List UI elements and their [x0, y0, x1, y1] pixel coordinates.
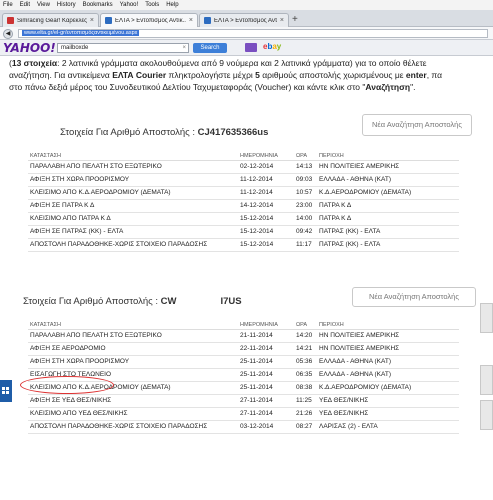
col-status: ΚΑΤΑΣΤΑΣΗ — [28, 321, 240, 330]
tab-elta-2[interactable]: ΕΛΤΑ > Εντοπισμός Αντικ... × — [199, 13, 289, 27]
col-date: ΗΜΕΡΟΜΗΝΙΑ — [240, 321, 296, 330]
menu-bar: File Edit View History Bookmarks Yahoo! … — [0, 0, 493, 10]
favicon-icon — [7, 17, 14, 24]
close-tab-icon[interactable]: × — [280, 17, 284, 24]
search-input-value: mailboxde — [61, 45, 89, 51]
table-row: ΑΦΙΞΗ ΣΤΗ ΧΩΡΑ ΠΡΟΟΡΙΣΜΟΥ 25-11-2014 05:36… — [28, 355, 459, 369]
tracking-table-1: ΚΑΤΑΣΤΑΣΗ ΗΜΕΡΟΜΗΝΙΑ ΩΡΑ ΠΕΡΙΟΧΗ ΠΑΡΑΛΑΒ… — [28, 152, 459, 252]
table-row: ΑΦΙΞΗ ΣΤΗ ΧΩΡΑ ΠΡΟΟΡΙΣΜΟΥ 11-12-2014 09:03… — [28, 173, 459, 187]
col-area: ΠΕΡΙΟΧΗ — [319, 152, 459, 161]
col-time: ΩΡΑ — [296, 321, 319, 330]
table-row: ΑΦΙΞΗ ΣΕ ΠΑΤΡΑ Κ Δ 14-12-2014 23:00 ΠΑΤΡΑ Κ… — [28, 199, 459, 213]
menu-help[interactable]: Help — [166, 2, 178, 8]
col-status: ΚΑΤΑΣΤΑΣΗ — [28, 152, 240, 161]
back-arrow-icon[interactable]: ◀ — [3, 29, 13, 39]
close-tab-icon[interactable]: × — [90, 17, 94, 24]
tab-simracing[interactable]: Simracing Gear! Καρέκλες ... × — [2, 13, 99, 27]
table-row: ΑΦΙΞΗ ΣΕ ΥΕΔ ΘΕΣ/ΝΙΚΗΣ 27-11-2014 11:25 ΥΕΔ… — [28, 394, 459, 408]
menu-history[interactable]: History — [57, 2, 76, 8]
search-button[interactable]: Search — [193, 43, 227, 53]
new-search-button[interactable]: Νέα Αναζήτηση Αποστολής — [362, 114, 472, 136]
menu-view[interactable]: View — [37, 2, 50, 8]
ebay-logo[interactable]: ebay — [263, 42, 281, 51]
table-row: ΑΦΙΞΗ ΣΕ ΠΑΤΡΑΣ (ΚΚ) - ΕΛΤΑ 15-12-2014 09:… — [28, 225, 459, 239]
new-tab-button[interactable]: + — [292, 14, 298, 25]
mail-icon[interactable] — [245, 43, 257, 52]
url-text: www.elta.gr/el-gr/εντοπισμόςαντικειμένου… — [22, 30, 140, 36]
shipment-title: Στοιχεία Για Αριθμό Αποστολής : CJ417635… — [60, 127, 269, 138]
table-row: ΚΛΕΙΣΙΜΟ ΑΠΟ ΥΕΔ ΘΕΣ/ΝΙΚΗΣ 27-11-2014 21:2… — [28, 407, 459, 421]
table-row: ΑΦΙΞΗ ΣΕ ΑΕΡΟΔΡΟΜΙΟ 22-11-2014 14:21 ΗΝ ΠΟΛ… — [28, 342, 459, 356]
address-bar[interactable]: www.elta.gr/el-gr/εντοπισμόςαντικειμένου… — [18, 29, 488, 38]
menu-file[interactable]: File — [3, 2, 13, 8]
table-row: ΑΠΟΣΤΟΛΗ ΠΑΡΑΔΟΘΗΚΕ-ΧΩΡΙΣ ΣΤΟΙΧΕΙΟ ΠΑΡΑΔ… — [28, 238, 459, 252]
col-date: ΗΜΕΡΟΜΗΝΙΑ — [240, 152, 296, 161]
close-tab-icon[interactable]: × — [189, 17, 193, 24]
table-row: ΚΛΕΙΣΙΜΟ ΑΠΟ Κ.Δ.ΑΕΡΟΔΡΟΜΙΟΥ (ΔΕΜΑΤΑ) 11-… — [28, 186, 459, 200]
table-row: ΑΠΟΣΤΟΛΗ ΠΑΡΑΔΟΘΗΚΕ-ΧΩΡΙΣ ΣΤΟΙΧΕΙΟ ΠΑΡΑΔ… — [28, 420, 459, 434]
instructions-text: (13 στοιχεία: 2 λατινικά γράμματα ακολου… — [9, 58, 443, 92]
windows-start-icon[interactable] — [0, 380, 12, 402]
tab-title: Simracing Gear! Καρέκλες ... — [17, 17, 87, 24]
tab-title: ΕΛΤΑ > Εντοπισμός Αντικ... — [214, 17, 277, 24]
tracking-number-suffix: I7US — [220, 296, 242, 307]
table-header: ΚΑΤΑΣΤΑΣΗ ΗΜΕΡΟΜΗΝΙΑ ΩΡΑ ΠΕΡΙΟΧΗ — [28, 321, 459, 330]
yahoo-search-input[interactable]: mailboxde × — [57, 43, 189, 53]
yahoo-toolbar: YAHOO! mailboxde × Search ebay — [0, 40, 493, 56]
tracking-number: CJ417635366us — [197, 127, 269, 138]
side-panel-tab[interactable] — [480, 365, 493, 395]
menu-bookmarks[interactable]: Bookmarks — [83, 2, 113, 8]
shipment-title: Στοιχεία Για Αριθμό Αποστολής : CW I7US — [23, 296, 242, 307]
favicon-icon — [105, 17, 112, 24]
table-row: ΠΑΡΑΛΑΒΗ ΑΠΟ ΠΕΛΑΤΗ ΣΤΟ ΕΞΩΤΕΡΙΚΟ 02-12-2… — [28, 160, 459, 174]
favicon-icon — [204, 17, 211, 24]
table-row: ΚΛΕΙΣΙΜΟ ΑΠΟ ΠΑΤΡΑ Κ Δ 15-12-2014 14:00 ΠΑΤ… — [28, 212, 459, 226]
table-header: ΚΑΤΑΣΤΑΣΗ ΗΜΕΡΟΜΗΝΙΑ ΩΡΑ ΠΕΡΙΟΧΗ — [28, 152, 459, 161]
side-panel-tab[interactable] — [480, 400, 493, 430]
tab-bar: Simracing Gear! Καρέκλες ... × ΕΛΤΑ > Εν… — [0, 10, 493, 27]
side-panel-tab[interactable] — [480, 303, 493, 333]
clear-icon[interactable]: × — [182, 44, 186, 52]
col-time: ΩΡΑ — [296, 152, 319, 161]
tracking-number-prefix: CW — [160, 296, 177, 307]
highlight-circle — [20, 376, 114, 394]
col-area: ΠΕΡΙΟΧΗ — [319, 321, 459, 330]
new-search-button[interactable]: Νέα Αναζήτηση Αποστολής — [352, 287, 476, 307]
table-row: ΠΑΡΑΛΑΒΗ ΑΠΟ ΠΕΛΑΤΗ ΣΤΟ ΕΞΩΤΕΡΙΚΟ 21-11-2… — [28, 329, 459, 343]
menu-edit[interactable]: Edit — [20, 2, 30, 8]
menu-yahoo[interactable]: Yahoo! — [120, 2, 139, 8]
tab-title: ΕΛΤΑ > Εντοπισμός Αντικ... — [115, 17, 186, 24]
menu-tools[interactable]: Tools — [145, 2, 159, 8]
navigation-bar: ◀ www.elta.gr/el-gr/εντοπισμόςαντικειμέν… — [0, 27, 493, 40]
yahoo-logo[interactable]: YAHOO! — [3, 41, 56, 55]
tab-elta-active[interactable]: ΕΛΤΑ > Εντοπισμός Αντικ... × — [100, 13, 198, 27]
